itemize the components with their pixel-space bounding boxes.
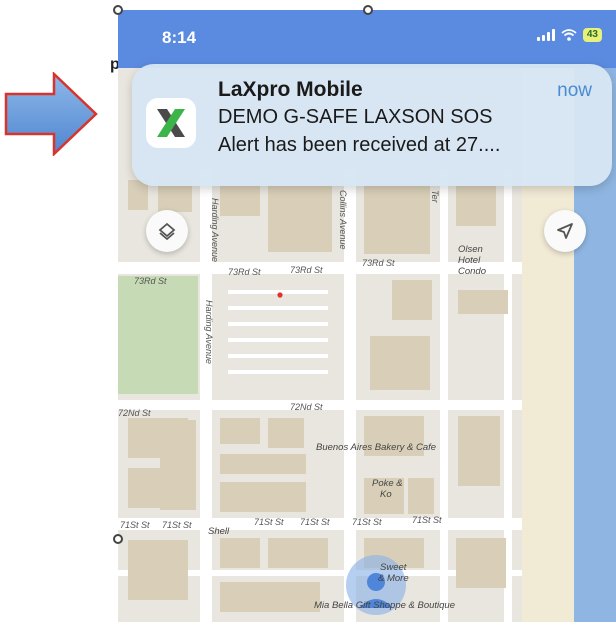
location-arrow-icon — [557, 223, 573, 239]
poi-olsen-line1: Olsen — [458, 244, 483, 255]
notification-app-name: LaXpro Mobile — [218, 78, 363, 101]
map-locate-button[interactable] — [544, 210, 586, 252]
street-71st-3: 71St St — [254, 517, 284, 527]
street-73rd-1: 73Rd St — [134, 276, 167, 286]
poi-olsen-line3: Condo — [458, 266, 486, 277]
notification-message-line2: Alert has been received at 27.... — [218, 134, 501, 156]
right-arrow-shape — [4, 72, 98, 156]
phone-screen: 73Rd St 73Rd St 73Rd St 73Rd St Harding … — [118, 10, 616, 622]
poi-shell: Shell — [208, 526, 230, 537]
battery-icon: 43 — [582, 28, 602, 42]
signal-icon — [536, 29, 555, 41]
layers-icon — [158, 222, 176, 241]
street-71st-1: 71St St — [120, 520, 150, 530]
push-notification[interactable]: LaXpro Mobile now DEMO G-SAFE LAXSON SOS… — [132, 64, 612, 186]
wifi-icon — [561, 29, 577, 41]
park — [118, 276, 198, 394]
street-71st-2: 71St St — [162, 520, 192, 530]
street-terrace: Ter — [430, 190, 440, 203]
street-71st-5: 71St St — [352, 517, 382, 527]
poi-poke-line1: Poke & — [372, 478, 403, 489]
poi-mia-bella: Mia Bella Gift Shoppe & Boutique — [314, 600, 456, 611]
street-harding-ave-top: Harding Avenue — [210, 198, 220, 263]
status-icons: 43 — [536, 28, 602, 42]
laxpro-logo-icon — [157, 109, 185, 137]
street-72nd-1: 72Nd St — [118, 408, 151, 418]
poi-sweet-line1: Sweet — [380, 562, 407, 573]
laxpro-app-icon — [146, 98, 196, 148]
poi-poke-line2: Ko — [380, 489, 392, 500]
street-collins-ave: Collins Avenue — [338, 190, 348, 250]
street-73rd-3: 73Rd St — [290, 265, 323, 275]
resize-handle-top-center[interactable] — [363, 5, 373, 15]
map-layers-button[interactable] — [146, 210, 188, 252]
status-bar: 8:14 43 — [118, 10, 616, 68]
street-73rd-2: 73Rd St — [228, 267, 261, 277]
poi-buenos-aires: Buenos Aires Bakery & Cafe — [316, 442, 437, 453]
poi-sweet-line2: & More — [378, 573, 409, 584]
notification-message-line1: DEMO G-SAFE LAXSON SOS — [218, 106, 493, 128]
street-72nd-2: 72Nd St — [290, 402, 323, 412]
status-time: 8:14 — [162, 28, 197, 47]
notification-time: now — [557, 80, 592, 101]
street-71st-6: 71St St — [412, 515, 442, 525]
street-73rd-4: 73Rd St — [362, 258, 395, 268]
location-marker — [277, 292, 283, 298]
street-harding-ave-lower: Harding Avenue — [204, 300, 214, 365]
resize-handle-top-left[interactable] — [113, 5, 123, 15]
resize-handle-middle-left[interactable] — [113, 534, 123, 544]
street-71st-4: 71St St — [300, 517, 330, 527]
poi-olsen-line2: Hotel — [458, 255, 481, 266]
